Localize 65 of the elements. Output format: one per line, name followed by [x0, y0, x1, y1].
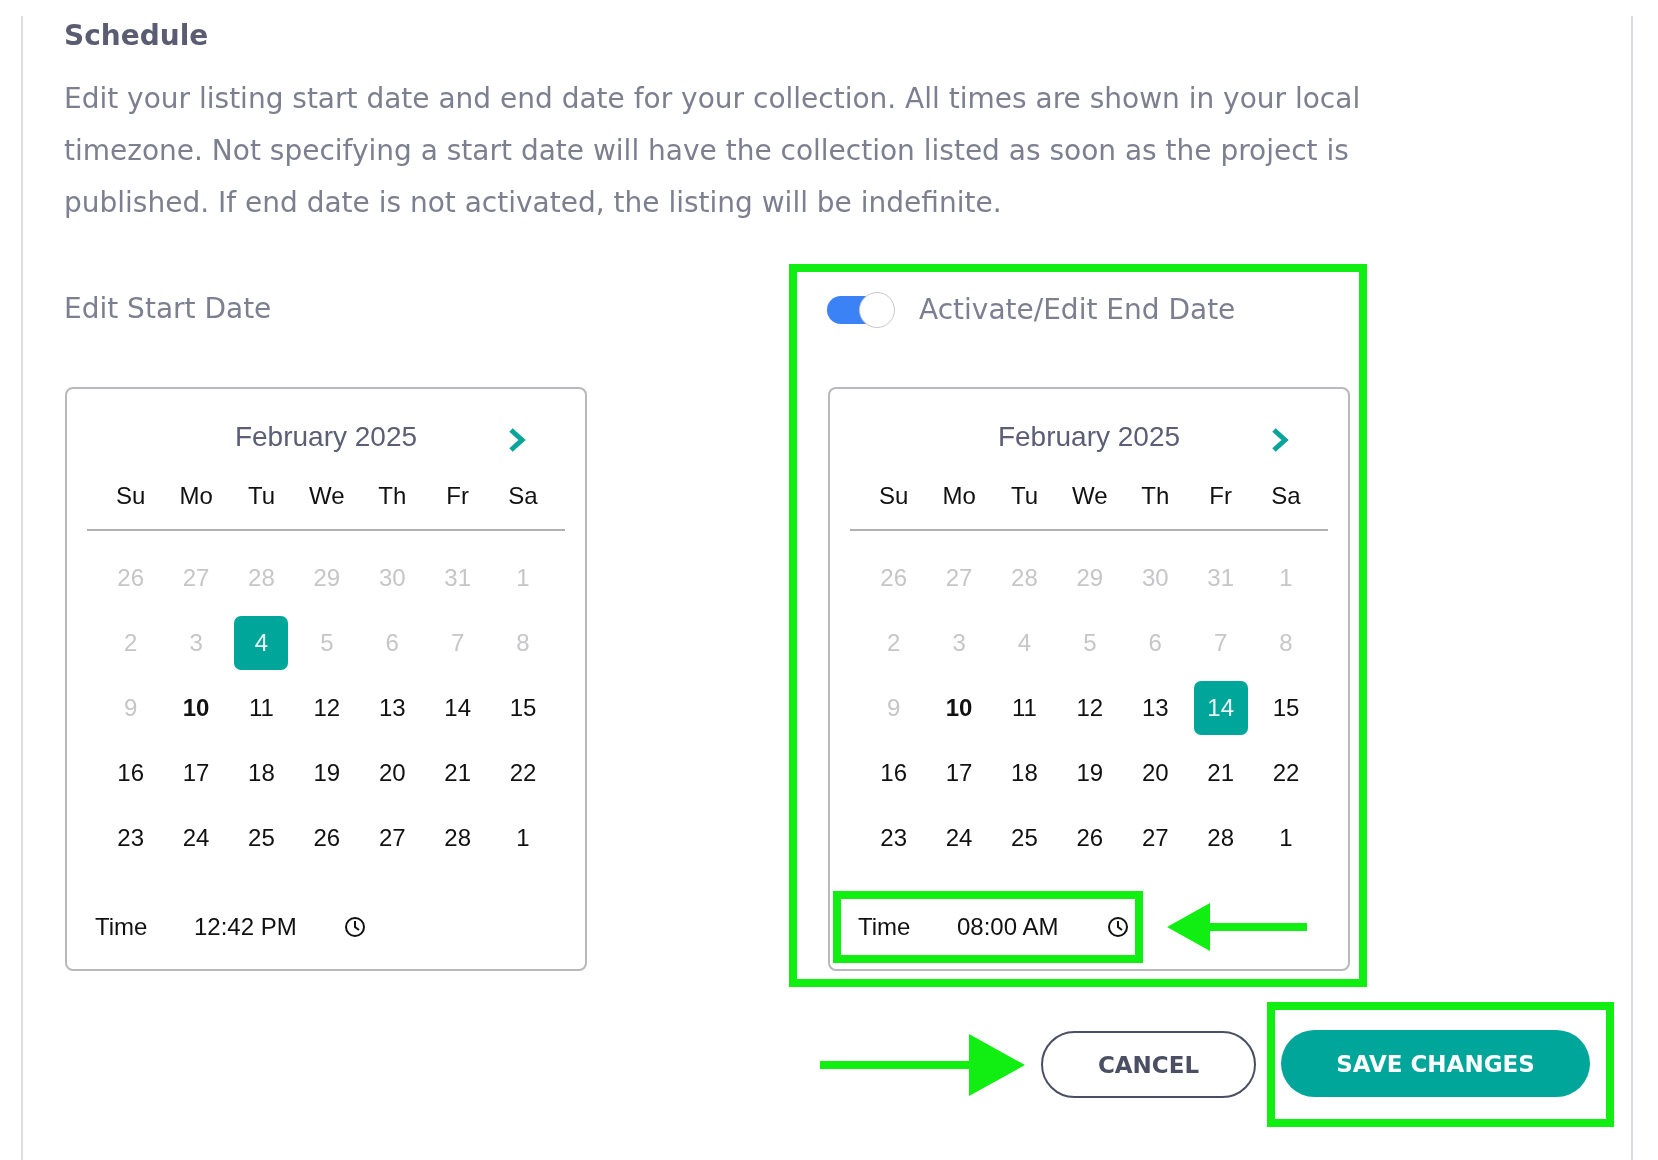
day-cell[interactable]: 1 — [1259, 810, 1314, 865]
day-cell[interactable]: 26 — [1062, 810, 1117, 865]
weekday-label: Th — [378, 481, 407, 511]
day-cell[interactable]: 17 — [169, 745, 224, 800]
weekday-label: Mo — [179, 481, 213, 511]
weekday-label: Th — [1141, 481, 1170, 511]
day-cell[interactable]: 10 — [932, 680, 987, 735]
weekday-label: Sa — [508, 481, 538, 511]
day-cell[interactable]: 28 — [1193, 810, 1248, 865]
weekday-label: Tu — [247, 481, 276, 511]
weekday-label: Tu — [1010, 481, 1039, 511]
time-field[interactable]: Time 12:42 PM — [70, 891, 380, 963]
day-cell[interactable]: 15 — [1259, 680, 1314, 735]
day-cell[interactable]: 12 — [1062, 680, 1117, 735]
weekday-label: Su — [879, 481, 909, 511]
day-cell[interactable]: 23 — [866, 810, 921, 865]
description-text: Edit your listing start date and end date for your collection. All times are shown in your local timezone. Not specifying a start date will have the collection listed as soon as the project is published. If end date is not activated, the listing will be indefinite. — [64, 81, 1362, 221]
day-cell[interactable]: 20 — [365, 745, 420, 800]
day-cell[interactable]: 22 — [1259, 745, 1314, 800]
day-cell[interactable]: 25 — [997, 810, 1052, 865]
day-cell[interactable]: 11 — [997, 680, 1052, 735]
clock-icon[interactable] — [1107, 916, 1129, 938]
day-cell[interactable]: 19 — [299, 745, 354, 800]
day-cell[interactable]: 19 — [1062, 745, 1117, 800]
day-cell[interactable]: 1 — [496, 810, 551, 865]
time-field-highlight[interactable]: Time 08:00 AM — [833, 891, 1143, 963]
clock-icon[interactable] — [344, 916, 366, 938]
month-title: February 2025 — [997, 420, 1181, 454]
day-cell[interactable]: 27 — [1128, 810, 1183, 865]
weekday-label: Mo — [942, 481, 976, 511]
day-cell[interactable]: 26 — [299, 810, 354, 865]
day-cell[interactable]: 14 — [430, 680, 485, 735]
day-cell[interactable]: 15 — [496, 680, 551, 735]
day-cell[interactable]: 10 — [169, 680, 224, 735]
day-cell[interactable]: 16 — [103, 745, 158, 800]
day-cell[interactable]: 20 — [1128, 745, 1183, 800]
day-cell[interactable]: 16 — [866, 745, 921, 800]
day-cell[interactable]: 27 — [365, 810, 420, 865]
day-cell[interactable]: 23 — [103, 810, 158, 865]
day-cell[interactable]: 28 — [430, 810, 485, 865]
start-date-label: Edit Start Date — [64, 291, 273, 327]
weekday-label: We — [309, 481, 345, 511]
weekday-label: Fr — [1209, 481, 1232, 511]
day-cell[interactable]: 12 — [299, 680, 354, 735]
section-title: Schedule — [64, 18, 210, 54]
weekday-label: We — [1072, 481, 1108, 511]
day-cell[interactable]: 24 — [932, 810, 987, 865]
day-cell[interactable]: 13 — [365, 680, 420, 735]
day-cell[interactable]: 21 — [1193, 745, 1248, 800]
month-title: February 2025 — [234, 420, 418, 454]
day-cell[interactable]: 17 — [932, 745, 987, 800]
day-cell[interactable]: 18 — [234, 745, 289, 800]
day-cell[interactable]: 11 — [234, 680, 289, 735]
toggle-switch[interactable] — [827, 292, 895, 328]
weekday-label: Sa — [1271, 481, 1301, 511]
day-cell[interactable]: 13 — [1128, 680, 1183, 735]
day-cell[interactable]: 21 — [430, 745, 485, 800]
day-cell[interactable]: 18 — [997, 745, 1052, 800]
end-date-label: Activate/Edit End Date — [919, 292, 1236, 328]
cancel-button[interactable]: CANCEL — [1041, 1031, 1256, 1098]
day-cell[interactable]: 25 — [234, 810, 289, 865]
weekday-label: Fr — [446, 481, 469, 511]
day-cell[interactable]: 24 — [169, 810, 224, 865]
weekday-label: Su — [116, 481, 146, 511]
day-cell[interactable]: 22 — [496, 745, 551, 800]
